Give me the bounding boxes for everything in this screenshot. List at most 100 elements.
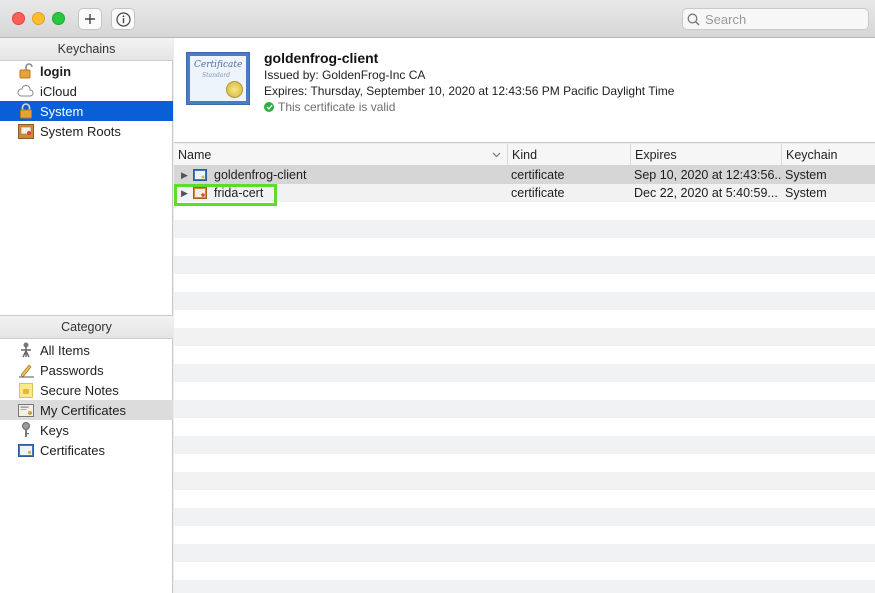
empty-row (174, 508, 875, 526)
table-body: ▶ goldenfrog-client certificate Sep 10, … (174, 166, 875, 593)
sidebar-item-system[interactable]: System (0, 101, 173, 121)
empty-row (174, 274, 875, 292)
sidebar-item-label: Keys (40, 422, 69, 438)
row-keychain: System (785, 186, 827, 200)
keychains-header: Keychains (0, 38, 173, 61)
column-header-expires[interactable]: Expires (631, 144, 782, 166)
search-icon (687, 13, 700, 26)
empty-row (174, 292, 875, 310)
lock-icon (17, 103, 34, 119)
certificate-warning-icon (193, 187, 207, 199)
validity-text: This certificate is valid (278, 100, 396, 114)
row-kind: certificate (511, 186, 565, 200)
category-section: Category All Items Passwords Secure Note… (0, 315, 173, 593)
sidebar-item-secure-notes[interactable]: Secure Notes (0, 380, 173, 400)
empty-row (174, 220, 875, 238)
row-keychain: System (785, 168, 827, 182)
empty-row (174, 418, 875, 436)
sidebar-item-label: iCloud (40, 83, 77, 99)
certificate-issuer: Issued by: GoldenFrog-Inc CA (264, 68, 426, 82)
row-expires: Dec 22, 2020 at 5:40:59... (634, 186, 778, 200)
sidebar-item-label: login (40, 63, 72, 79)
empty-row (174, 562, 875, 580)
table-row[interactable]: ▶ frida-cert certificate Dec 22, 2020 at… (174, 184, 875, 202)
certificate-large-icon: Certificate Standard (186, 52, 250, 105)
row-name: goldenfrog-client (214, 168, 307, 182)
sidebar-item-my-certificates[interactable]: My Certificates (0, 400, 173, 420)
all-items-icon (17, 342, 34, 358)
key-icon (17, 422, 34, 438)
sidebar-item-system-roots[interactable]: System Roots (0, 121, 173, 141)
sidebar-item-label: Certificates (40, 442, 106, 458)
keychains-section: Keychains login iCloud System System Roo… (0, 38, 173, 315)
sidebar-item-icloud[interactable]: iCloud (0, 81, 173, 101)
empty-row (174, 472, 875, 490)
category-header: Category (0, 316, 173, 339)
row-kind: certificate (511, 168, 565, 182)
row-expires: Sep 10, 2020 at 12:43:56... (634, 168, 782, 182)
seal-icon (226, 81, 243, 98)
certificate-cabinet-icon (17, 123, 34, 139)
column-header-keychain[interactable]: Keychain (782, 144, 875, 166)
column-header-name[interactable]: Name (174, 144, 508, 166)
cloud-icon (17, 83, 34, 99)
note-icon (17, 382, 34, 398)
add-item-button[interactable] (78, 8, 102, 30)
empty-row (174, 544, 875, 562)
sidebar: Keychains login iCloud System System Roo… (0, 38, 173, 593)
empty-row (174, 454, 875, 472)
sidebar-item-label: All Items (40, 342, 90, 358)
get-info-button[interactable] (111, 8, 135, 30)
sidebar-item-keys[interactable]: Keys (0, 420, 173, 440)
sidebar-item-login[interactable]: login (0, 61, 173, 81)
maximize-window-button[interactable] (52, 12, 65, 25)
empty-row (174, 382, 875, 400)
row-name: frida-cert (214, 186, 264, 200)
column-header-label: Name (178, 148, 212, 162)
certificate-expiry: Expires: Thursday, September 10, 2020 at… (264, 84, 675, 98)
checkmark-icon (264, 102, 274, 112)
certificate-validity: This certificate is valid (264, 100, 395, 114)
empty-row (174, 400, 875, 418)
empty-row (174, 364, 875, 382)
sidebar-item-label: Passwords (40, 362, 104, 378)
sidebar-item-label: System (40, 103, 84, 119)
empty-row (174, 346, 875, 364)
empty-row (174, 328, 875, 346)
pencil-icon (17, 362, 34, 378)
certificate-title: goldenfrog-client (264, 50, 379, 66)
minimize-window-button[interactable] (32, 12, 45, 25)
empty-row (174, 436, 875, 454)
lock-open-icon (17, 63, 34, 79)
items-table: Name Kind Expires Keychain ▶ goldenfrog-… (174, 144, 875, 593)
sidebar-item-label: Secure Notes (40, 382, 119, 398)
info-icon (115, 11, 131, 27)
my-certificate-icon (17, 402, 34, 418)
window-toolbar (0, 0, 875, 38)
empty-row (174, 526, 875, 544)
certificate-icon-subtext: Standard (202, 72, 231, 79)
sidebar-item-all-items[interactable]: All Items (0, 340, 173, 360)
plus-icon (85, 14, 95, 24)
search-input[interactable] (705, 11, 855, 27)
certificate-icon-text: Certificate (194, 60, 243, 70)
close-window-button[interactable] (12, 12, 25, 25)
search-field[interactable] (682, 8, 869, 30)
certificate-info-panel: Certificate Standard goldenfrog-client I… (174, 38, 875, 143)
empty-row (174, 202, 875, 220)
certificate-icon (193, 169, 207, 181)
table-row[interactable]: ▶ goldenfrog-client certificate Sep 10, … (174, 166, 875, 184)
empty-row (174, 310, 875, 328)
empty-row (174, 256, 875, 274)
table-header: Name Kind Expires Keychain (174, 144, 875, 166)
sidebar-item-certificates[interactable]: Certificates (0, 440, 173, 460)
sidebar-item-label: System Roots (40, 123, 121, 139)
empty-row (174, 238, 875, 256)
column-header-kind[interactable]: Kind (508, 144, 631, 166)
sidebar-item-passwords[interactable]: Passwords (0, 360, 173, 380)
empty-row (174, 580, 875, 593)
certificate-icon (17, 442, 34, 458)
sidebar-item-label: My Certificates (40, 402, 126, 418)
disclosure-triangle-icon[interactable]: ▶ (181, 184, 190, 202)
disclosure-triangle-icon[interactable]: ▶ (181, 166, 190, 184)
